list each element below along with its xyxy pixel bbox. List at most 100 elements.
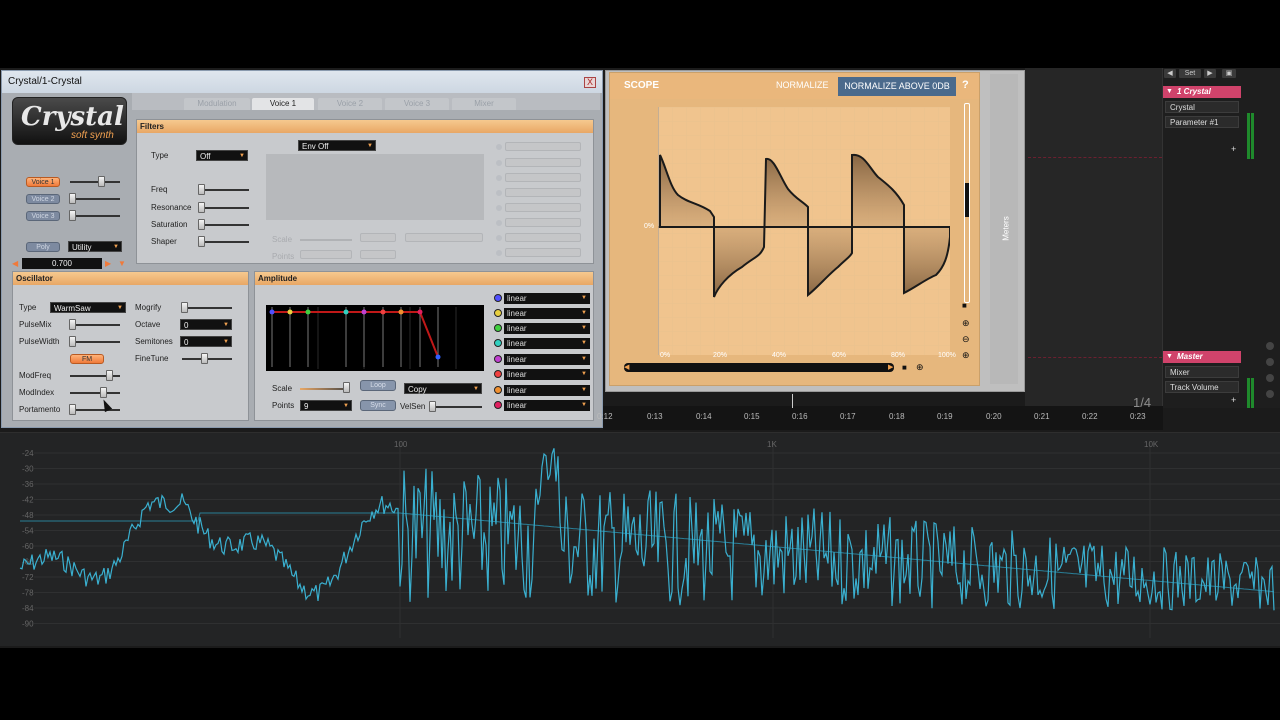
timeline-ruler[interactable]: 0:12 0:13 0:14 0:15 0:16 0:17 0:18 0:19 …: [597, 394, 1163, 430]
tab-voice-2[interactable]: Voice 2: [318, 98, 382, 110]
track-master-title[interactable]: ▼ Master: [1163, 351, 1241, 363]
timeline-tick: 0:21: [1034, 412, 1050, 421]
meters-panel[interactable]: Meters: [990, 74, 1018, 384]
normalize-button[interactable]: NORMALIZE: [776, 80, 829, 90]
filter-resonance-slider[interactable]: [198, 202, 205, 213]
curve-dropdown[interactable]: linear: [504, 385, 590, 396]
filter-freq-track: [199, 189, 249, 191]
meters-label: Meters: [1001, 216, 1011, 241]
close-icon[interactable]: X: [584, 77, 596, 88]
modindex-slider[interactable]: [100, 387, 107, 398]
poly-button[interactable]: Poly: [26, 242, 60, 252]
db-tick-label: -54: [22, 527, 34, 536]
velsen-slider[interactable]: [429, 401, 436, 412]
side-control-knob[interactable]: [1266, 358, 1274, 366]
voice-3-button[interactable]: Voice 3: [26, 211, 60, 221]
timeline-tick: 0:14: [696, 412, 712, 421]
filter-saturation-slider[interactable]: [198, 219, 205, 230]
finetune-label: FineTune: [135, 354, 169, 363]
amp-points-dropdown[interactable]: 9: [300, 400, 352, 412]
timeline-tick: 0:22: [1082, 412, 1098, 421]
side-control-knob[interactable]: [1266, 390, 1274, 398]
scope-scroll-right-icon[interactable]: ▶: [888, 363, 893, 371]
curve-dropdown[interactable]: linear: [504, 354, 590, 365]
track-master-volume[interactable]: Track Volume: [1165, 381, 1239, 393]
tab-voice-3[interactable]: Voice 3: [385, 98, 449, 110]
lock-icon[interactable]: ■: [962, 301, 967, 310]
amp-scale-slider[interactable]: [343, 382, 350, 393]
curve-dropdown[interactable]: linear: [504, 308, 590, 319]
filter-env-dropdown[interactable]: Env Off: [298, 140, 376, 152]
collapse-arrow-icon[interactable]: ▼: [1166, 86, 1173, 98]
scope-vertical-thumb[interactable]: [965, 183, 969, 217]
value-increment-icon[interactable]: ▶: [105, 259, 111, 268]
lock-icon[interactable]: ■: [902, 363, 907, 372]
voice-2-button[interactable]: Voice 2: [26, 194, 60, 204]
curve-dropdown[interactable]: linear: [504, 338, 590, 349]
curve-dropdown[interactable]: linear: [504, 323, 590, 334]
amp-loop-button[interactable]: Loop: [360, 380, 396, 391]
help-icon[interactable]: ?: [962, 79, 969, 91]
filter-copy-field: [405, 233, 483, 242]
window-icon[interactable]: ▣: [1222, 69, 1236, 78]
filter-type-dropdown[interactable]: Off: [196, 150, 248, 162]
filter-shaper-slider[interactable]: [198, 236, 205, 247]
pulsewidth-slider[interactable]: [69, 336, 76, 347]
voice-1-level-slider[interactable]: [98, 176, 105, 187]
tab-mixer[interactable]: Mixer: [452, 98, 516, 110]
curve-dropdown[interactable]: linear: [504, 293, 590, 304]
modfreq-slider[interactable]: [106, 370, 113, 381]
osc-type-dropdown[interactable]: WarmSaw: [50, 302, 126, 314]
timeline-tick: 0:16: [792, 412, 808, 421]
zoom-icon[interactable]: ⊕: [916, 362, 924, 373]
voice-3-level-slider[interactable]: [69, 210, 76, 221]
finetune-slider[interactable]: [201, 353, 208, 364]
scope-x-tick: 100%: [938, 352, 956, 359]
amp-sync-button[interactable]: Sync: [360, 400, 396, 411]
scope-scroll-left-icon[interactable]: ◀: [624, 363, 629, 371]
add-automation-button[interactable]: +: [1231, 144, 1236, 154]
zoom-fit-icon[interactable]: ⊕: [962, 350, 970, 361]
osc-type-label: Type: [19, 303, 37, 312]
page-indicator: 1/4: [1133, 395, 1152, 410]
side-control-knob[interactable]: [1266, 342, 1274, 350]
tab-voice-1[interactable]: Voice 1: [252, 98, 314, 110]
collapse-arrow-icon[interactable]: ▼: [1166, 351, 1173, 363]
voice-2-level-slider[interactable]: [69, 193, 76, 204]
semitones-dropdown[interactable]: 0: [180, 336, 232, 348]
voice-1-button[interactable]: Voice 1: [26, 177, 60, 187]
track-crystal-device[interactable]: Crystal: [1165, 101, 1239, 113]
tab-modulation[interactable]: Modulation: [184, 98, 250, 110]
window-title-bar[interactable]: Crystal/1-Crystal: [2, 71, 602, 93]
scope-horizontal-scrollbar[interactable]: [624, 363, 894, 372]
zoom-in-icon[interactable]: ⊕: [962, 318, 970, 329]
curve-dropdown[interactable]: linear: [504, 369, 590, 380]
utility-dropdown[interactable]: Utility: [68, 241, 122, 253]
amp-copy-dropdown[interactable]: Copy: [404, 383, 482, 395]
curve-dropdown[interactable]: linear: [504, 400, 590, 411]
zoom-out-icon[interactable]: ⊖: [962, 334, 970, 345]
normalize-above-0db-button[interactable]: NORMALIZE ABOVE 0DB: [838, 77, 956, 96]
prev-button[interactable]: ◀: [1164, 69, 1176, 78]
value-dropdown-icon[interactable]: ▼: [118, 259, 126, 268]
portamento-slider[interactable]: [69, 404, 76, 415]
add-automation-button[interactable]: +: [1231, 395, 1236, 405]
track-crystal-title[interactable]: ▼ 1 Crystal: [1163, 86, 1241, 98]
next-button[interactable]: ▶: [1204, 69, 1216, 78]
octave-dropdown[interactable]: 0: [180, 319, 232, 331]
track-master-mixer[interactable]: Mixer: [1165, 366, 1239, 378]
filter-freq-slider[interactable]: [198, 184, 205, 195]
amplitude-envelope-display[interactable]: [266, 305, 484, 371]
pulsemix-slider[interactable]: [69, 319, 76, 330]
track-crystal-parameter[interactable]: Parameter #1: [1165, 116, 1239, 128]
value-decrement-icon[interactable]: ◀: [12, 259, 18, 268]
mogrify-slider[interactable]: [181, 302, 188, 313]
side-control-knob[interactable]: [1266, 374, 1274, 382]
playhead-marker[interactable]: [792, 394, 793, 408]
freq-label: 1K: [767, 440, 777, 449]
scope-x-tick: 60%: [832, 352, 847, 359]
fm-button[interactable]: FM: [70, 354, 104, 364]
modfreq-label: ModFreq: [19, 371, 52, 380]
set-button[interactable]: Set: [1179, 69, 1201, 78]
value-display[interactable]: 0.700: [22, 258, 102, 269]
